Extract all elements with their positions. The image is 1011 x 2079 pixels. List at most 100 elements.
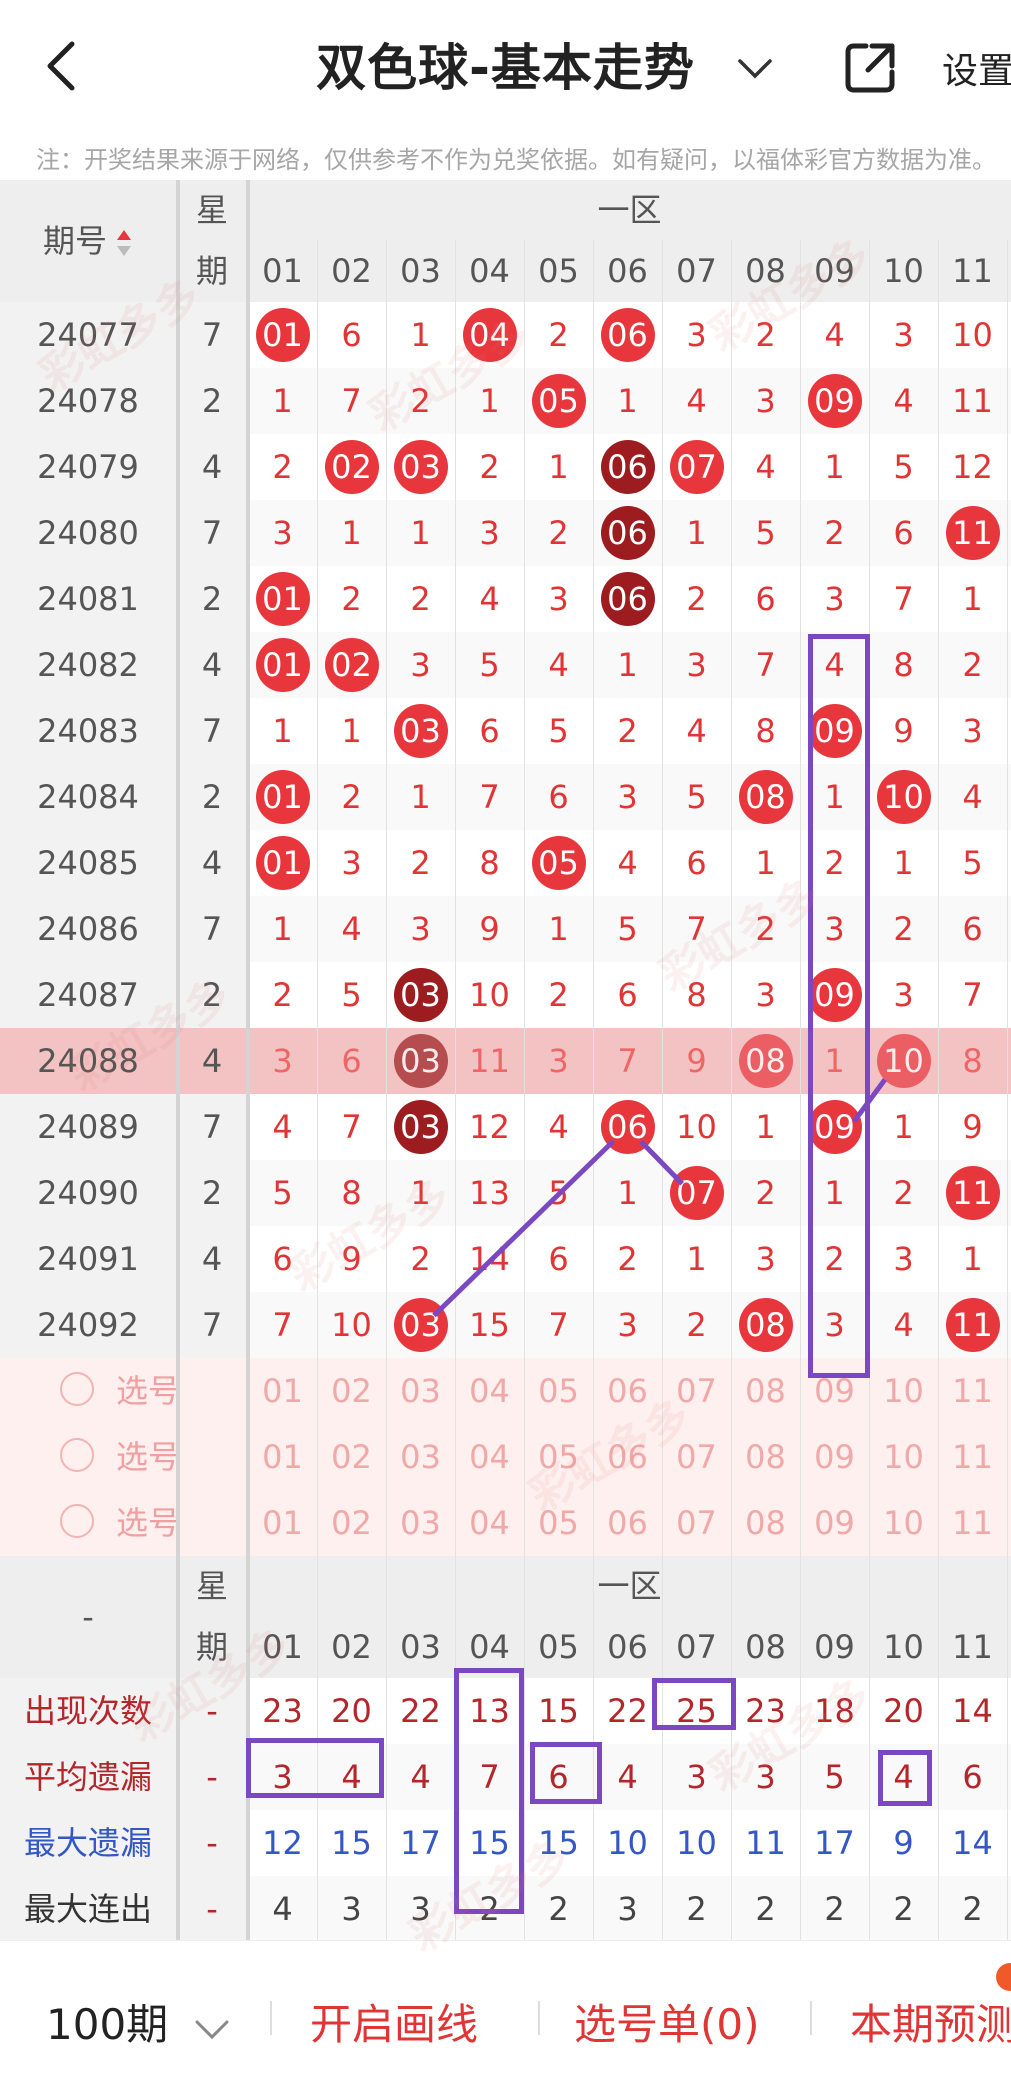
stats-value: 4 <box>272 1890 293 1928</box>
number-cell: 15 <box>455 1292 524 1358</box>
miss-count: 3 <box>272 514 293 552</box>
number-cell: 06 <box>593 500 662 566</box>
select-number[interactable]: 10 <box>869 1358 938 1424</box>
pick-list-button[interactable]: 选号单(0) <box>574 1991 760 2052</box>
number-cell: 1 <box>800 434 869 500</box>
weekday-value: 7 <box>176 302 248 368</box>
miss-count: 2 <box>755 316 776 354</box>
number-cell: 05 <box>524 368 593 434</box>
miss-count: 1 <box>755 1108 776 1146</box>
select-number[interactable]: 07 <box>662 1424 731 1490</box>
select-number[interactable]: 05 <box>524 1358 593 1424</box>
divider <box>538 2001 540 2035</box>
stats-value: 10 <box>607 1824 648 1862</box>
miss-count: 10 <box>469 976 510 1014</box>
disclaimer-note: 注：开奖结果来源于网络，仅供参考不作为兑奖依据。如有疑问，以福体彩官方数据为准。 <box>36 146 996 174</box>
select-number[interactable]: 02 <box>317 1358 386 1424</box>
column-header: 08 <box>731 240 800 302</box>
miss-count: 2 <box>272 976 293 1014</box>
stats-value: 20 <box>883 1692 924 1730</box>
select-number[interactable]: 09 <box>800 1424 869 1490</box>
chevron-down-icon[interactable] <box>737 58 773 80</box>
select-number[interactable]: 01 <box>248 1358 317 1424</box>
number-cell: 4 <box>800 302 869 368</box>
select-number[interactable]: 02 <box>317 1490 386 1556</box>
drawn-ball: 01 <box>255 770 310 824</box>
column-header: 11 <box>938 1616 1007 1678</box>
drawn-ball: 01 <box>255 308 310 362</box>
select-number[interactable]: 08 <box>731 1358 800 1424</box>
miss-count: 3 <box>686 316 707 354</box>
number-cell: 4 <box>248 1094 317 1160</box>
miss-count: 1 <box>686 1240 707 1278</box>
miss-count: 1 <box>410 316 431 354</box>
miss-count: 1 <box>893 844 914 882</box>
number-cell: 5 <box>524 698 593 764</box>
drawn-ball: 07 <box>669 440 724 494</box>
select-number[interactable]: 08 <box>731 1490 800 1556</box>
number-cell: 7 <box>662 896 731 962</box>
stats-value: 23 <box>262 1692 303 1730</box>
number-cell: 1 <box>593 632 662 698</box>
select-radio[interactable] <box>60 1372 94 1406</box>
select-number[interactable]: 11 <box>938 1358 1007 1424</box>
select-number[interactable]: 11 <box>938 1424 1007 1490</box>
number-cell: 6 <box>524 764 593 830</box>
miss-count: 5 <box>548 712 569 750</box>
select-number[interactable]: 10 <box>869 1490 938 1556</box>
stats-value: 18 <box>814 1692 855 1730</box>
period-selector[interactable]: 100期 <box>46 1991 168 2052</box>
drawn-ball: 06 <box>600 572 655 626</box>
annotation-box <box>246 1738 384 1798</box>
miss-count: 1 <box>272 712 293 750</box>
miss-count: 5 <box>962 844 983 882</box>
annotation-box <box>808 634 870 1378</box>
number-cell: 7 <box>869 566 938 632</box>
sort-icon[interactable] <box>107 222 133 260</box>
select-number[interactable]: 08 <box>731 1424 800 1490</box>
miss-count: 2 <box>824 514 845 552</box>
select-number[interactable]: 03 <box>386 1358 455 1424</box>
miss-count: 2 <box>272 448 293 486</box>
issue-header[interactable]: 期号 <box>0 180 176 302</box>
select-number[interactable]: 04 <box>455 1490 524 1556</box>
miss-count: 10 <box>676 1108 717 1146</box>
select-number[interactable]: 05 <box>524 1490 593 1556</box>
select-number[interactable]: 06 <box>593 1424 662 1490</box>
number-cell: 6 <box>248 1226 317 1292</box>
select-radio[interactable] <box>60 1438 94 1472</box>
draw-lines-button[interactable]: 开启画线 <box>310 1991 478 2052</box>
number-cell: 9 <box>662 1028 731 1094</box>
select-number[interactable]: 04 <box>455 1424 524 1490</box>
miss-count: 8 <box>755 712 776 750</box>
forecast-button[interactable]: 本期预测 <box>850 1991 1011 2052</box>
select-number[interactable]: 01 <box>248 1490 317 1556</box>
number-cell: 4 <box>662 698 731 764</box>
select-label: 选号 <box>116 1372 181 1410</box>
select-number[interactable]: 04 <box>455 1358 524 1424</box>
select-number[interactable]: 01 <box>248 1424 317 1490</box>
chevron-down-icon[interactable] <box>194 2019 230 2041</box>
select-number[interactable]: 02 <box>317 1424 386 1490</box>
share-icon[interactable] <box>842 40 898 96</box>
select-number[interactable]: 06 <box>593 1490 662 1556</box>
number-cell: 3 <box>938 698 1007 764</box>
select-number[interactable]: 07 <box>662 1358 731 1424</box>
settings-button[interactable]: 设置 <box>942 42 1011 94</box>
select-number[interactable]: 06 <box>593 1358 662 1424</box>
number-cell: 7 <box>248 1292 317 1358</box>
number-cell: 1 <box>662 500 731 566</box>
number-cell: 6 <box>938 896 1007 962</box>
select-number[interactable]: 11 <box>938 1490 1007 1556</box>
select-number[interactable]: 05 <box>524 1424 593 1490</box>
miss-count: 3 <box>755 1240 776 1278</box>
grid-divider <box>246 180 250 1942</box>
miss-count: 2 <box>479 448 500 486</box>
select-number[interactable]: 07 <box>662 1490 731 1556</box>
select-number[interactable]: 03 <box>386 1490 455 1556</box>
select-number[interactable]: 03 <box>386 1424 455 1490</box>
number-cell: 1 <box>317 698 386 764</box>
select-radio[interactable] <box>60 1504 94 1538</box>
select-number[interactable]: 10 <box>869 1424 938 1490</box>
select-number[interactable]: 09 <box>800 1490 869 1556</box>
